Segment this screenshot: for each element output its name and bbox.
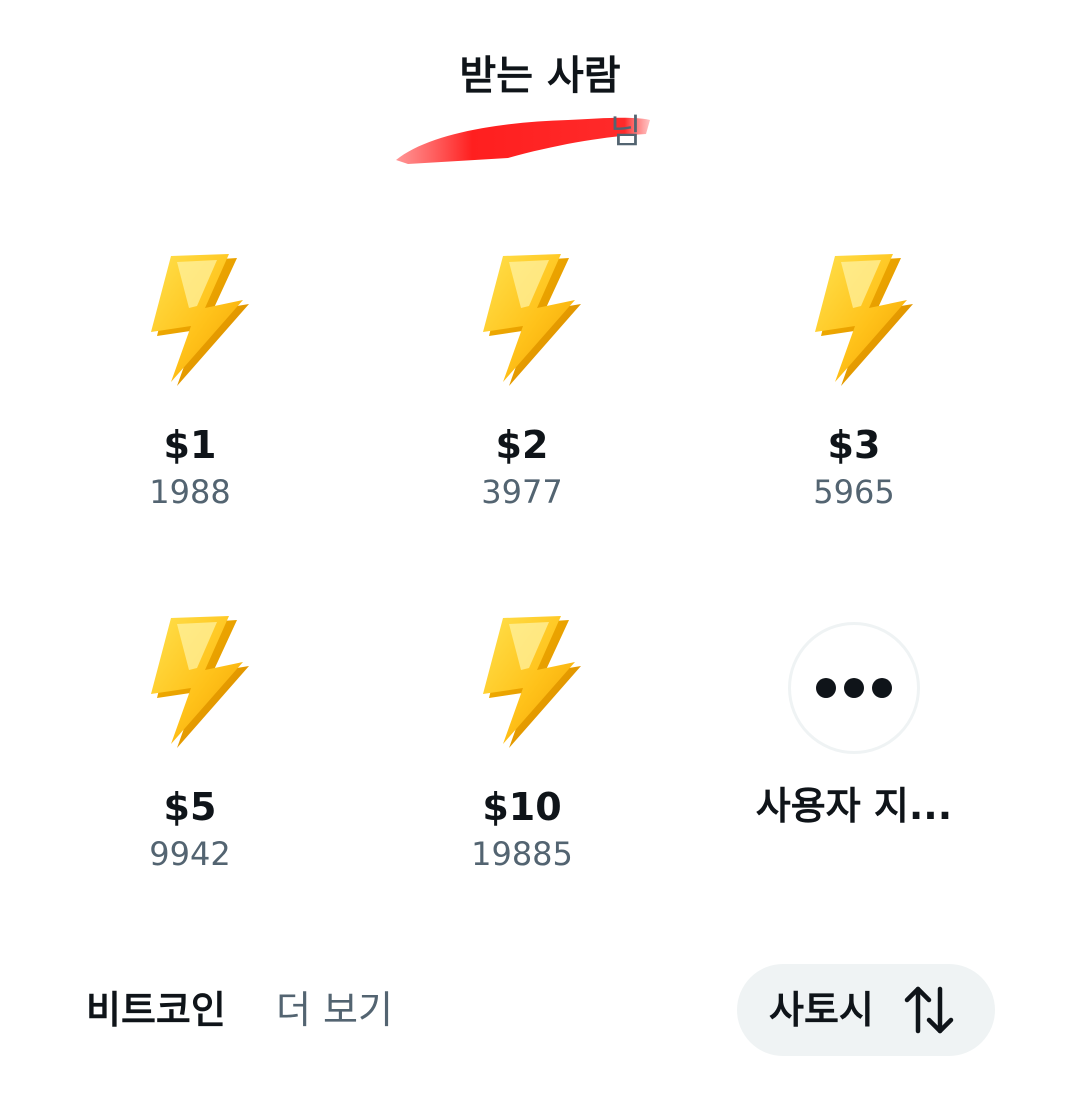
lightning-bolt-icon <box>457 612 587 757</box>
tip-sats: 5965 <box>813 473 895 511</box>
tip-amount: $2 <box>495 423 549 467</box>
tip-option-1[interactable]: $1 1988 <box>24 250 356 530</box>
footer-bar: 비트코인 더 보기 사토시 <box>0 962 1080 1058</box>
currency-label: 비트코인 <box>86 988 226 1032</box>
tip-sats: 9942 <box>149 835 231 873</box>
custom-amount-button[interactable]: 사용자 지... <box>688 622 1020 902</box>
unit-label: 사토시 <box>769 988 874 1032</box>
lightning-bolt-icon <box>789 250 919 395</box>
tip-amount: $10 <box>482 785 562 829</box>
tip-sats: 1988 <box>149 473 231 511</box>
tip-amount: $1 <box>163 423 217 467</box>
unit-toggle-button[interactable]: 사토시 <box>737 964 995 1056</box>
more-dots-icon <box>788 622 920 754</box>
tip-amount-grid: $1 1988 $2 3977 $3 5965 $5 9942 $10 1988… <box>24 250 1020 890</box>
dialog-header: 받는 사람 님 <box>0 40 1080 164</box>
tip-amount: $5 <box>163 785 217 829</box>
tip-option-3[interactable]: $3 5965 <box>688 250 1020 530</box>
tip-option-2[interactable]: $2 3977 <box>356 250 688 530</box>
recipient-row: 님 <box>0 112 1080 164</box>
tip-sats: 19885 <box>471 835 573 873</box>
lightning-bolt-icon <box>125 612 255 757</box>
recipient-name: 님 <box>610 112 642 152</box>
more-link[interactable]: 더 보기 <box>276 984 393 1036</box>
swap-arrows-icon <box>904 986 954 1034</box>
tip-sats: 3977 <box>481 473 563 511</box>
recipient-heading: 받는 사람 <box>459 53 621 99</box>
custom-amount-label: 사용자 지... <box>755 784 953 828</box>
lightning-bolt-icon <box>125 250 255 395</box>
tip-option-10[interactable]: $10 19885 <box>356 612 688 892</box>
tip-option-5[interactable]: $5 9942 <box>24 612 356 892</box>
lightning-bolt-icon <box>457 250 587 395</box>
tip-amount: $3 <box>827 423 881 467</box>
